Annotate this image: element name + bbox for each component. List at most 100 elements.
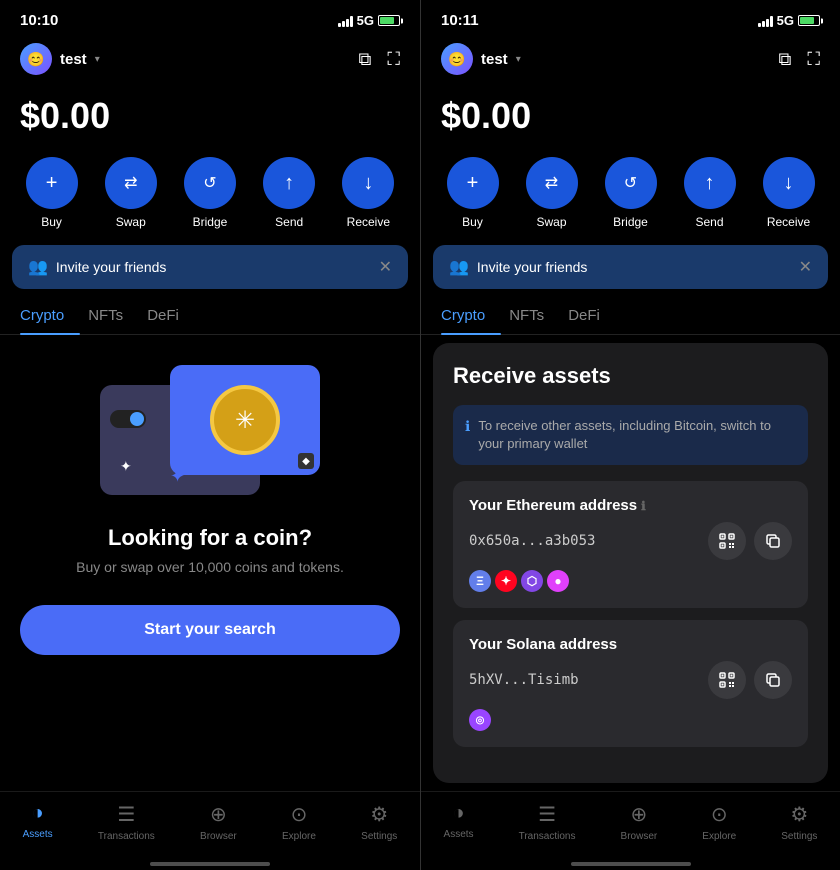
app-header-left: 😊 test ▾ ⧉ ⛶ — [0, 35, 420, 83]
invite-banner-left: 👥 Invite your friends ✕ — [12, 245, 408, 289]
nav-settings-left[interactable]: ⚙ Settings — [361, 802, 397, 842]
solana-qr-button[interactable] — [708, 661, 746, 699]
header-actions-left: ⧉ ⛶ — [359, 49, 400, 70]
home-indicator-left — [150, 862, 270, 866]
invite-icon-left: 👥 — [28, 257, 48, 277]
info-banner: ℹ To receive other assets, including Bit… — [453, 405, 808, 465]
battery-icon-right — [798, 15, 820, 26]
app-header-right: 😊 test ▾ ⧉ ⛶ — [421, 35, 840, 83]
home-indicator-right — [571, 862, 691, 866]
balance-amount-right: $0.00 — [441, 95, 820, 137]
user-name-left: test — [60, 51, 87, 68]
copy-icon-left[interactable]: ⧉ — [359, 49, 372, 70]
copy-icon-right[interactable]: ⧉ — [779, 49, 792, 70]
user-info-right[interactable]: 😊 test ▾ — [441, 43, 521, 75]
signal-icon-right — [758, 15, 773, 27]
time-left: 10:10 — [20, 12, 58, 29]
bridge-label-right: Bridge — [613, 215, 648, 229]
buy-button-left[interactable]: + Buy — [26, 157, 78, 229]
coin-subtext: Buy or swap over 10,000 coins and tokens… — [76, 559, 344, 575]
invite-close-right[interactable]: ✕ — [799, 257, 812, 277]
sol-chain-icon: ◎ — [469, 709, 491, 731]
solana-copy-button[interactable] — [754, 661, 792, 699]
explore-icon-right: ⊙ — [711, 802, 728, 827]
send-button-left[interactable]: ↑ Send — [263, 157, 315, 229]
bottom-nav-right: ◑ Assets ☰ Transactions ⊕ Browser ⊙ Expl… — [421, 791, 840, 862]
ethereum-qr-button[interactable] — [708, 522, 746, 560]
nav-browser-right[interactable]: ⊕ Browser — [621, 802, 658, 842]
balance-section-right: $0.00 — [421, 83, 840, 153]
op-chain-icon: ✦ — [495, 570, 517, 592]
tabs-right: Crypto NFTs DeFi — [421, 297, 840, 335]
send-button-right[interactable]: ↑ Send — [684, 157, 736, 229]
info-banner-text: To receive other assets, including Bitco… — [478, 417, 796, 453]
swap-button-right[interactable]: ⇄ Swap — [526, 157, 578, 229]
ethereum-title: Your Ethereum address ℹ — [469, 497, 792, 514]
solana-title: Your Solana address — [469, 636, 792, 653]
tab-crypto-left[interactable]: Crypto — [20, 297, 80, 334]
invite-icon-right: 👥 — [449, 257, 469, 277]
other-chain-icon: ● — [547, 570, 569, 592]
browser-icon-left: ⊕ — [210, 802, 227, 827]
balance-amount-left: $0.00 — [20, 95, 400, 137]
buy-button-right[interactable]: + Buy — [447, 157, 499, 229]
bridge-button-left[interactable]: ↺ Bridge — [184, 157, 236, 229]
transactions-icon-right: ☰ — [538, 802, 556, 827]
nav-assets-left[interactable]: ◑ Assets — [23, 802, 53, 842]
swap-button-left[interactable]: ⇄ Swap — [105, 157, 157, 229]
assets-icon-left: ◑ — [32, 802, 44, 825]
tab-defi-right[interactable]: DeFi — [568, 297, 616, 334]
action-buttons-right: + Buy ⇄ Swap ↺ Bridge ↑ Send ↓ Receive — [421, 153, 840, 245]
nav-browser-left[interactable]: ⊕ Browser — [200, 802, 237, 842]
header-actions-right: ⧉ ⛶ — [779, 49, 820, 70]
user-info-left[interactable]: 😊 test ▾ — [20, 43, 100, 75]
tab-crypto-right[interactable]: Crypto — [441, 297, 501, 334]
invite-close-left[interactable]: ✕ — [379, 257, 392, 277]
nav-settings-right[interactable]: ⚙ Settings — [781, 802, 817, 842]
user-name-right: test — [481, 51, 508, 68]
settings-icon-left: ⚙ — [370, 802, 388, 827]
expand-icon-left[interactable]: ⛶ — [387, 49, 400, 70]
nav-explore-left[interactable]: ⊙ Explore — [282, 802, 316, 842]
receive-button-right[interactable]: ↓ Receive — [763, 157, 815, 229]
solana-address: 5hXV...Tisimb — [469, 672, 579, 688]
solana-address-actions — [708, 661, 792, 699]
eth-chain-icon: Ξ — [469, 570, 491, 592]
signal-icon — [338, 15, 353, 27]
receive-title: Receive assets — [453, 363, 808, 389]
chevron-down-icon-right: ▾ — [516, 54, 521, 65]
tab-nfts-left[interactable]: NFTs — [88, 297, 139, 334]
receive-button-left[interactable]: ↓ Receive — [342, 157, 394, 229]
diamond-icon: ◆ — [298, 453, 314, 469]
tab-defi-left[interactable]: DeFi — [147, 297, 195, 334]
start-search-button[interactable]: Start your search — [20, 605, 400, 655]
invite-text-right: Invite your friends — [477, 259, 588, 275]
matic-chain-icon: ⬡ — [521, 570, 543, 592]
ethereum-address: 0x650a...a3b053 — [469, 533, 595, 549]
right-phone: 10:11 5G 😊 test ▾ — [420, 0, 840, 870]
bridge-button-right[interactable]: ↺ Bridge — [605, 157, 657, 229]
solana-address-row: 5hXV...Tisimb — [469, 661, 792, 699]
settings-icon-right: ⚙ — [790, 802, 808, 827]
status-bar-right: 10:11 5G — [421, 0, 840, 35]
battery-icon-left — [378, 15, 400, 26]
browser-icon-right: ⊕ — [631, 802, 648, 827]
ethereum-address-actions — [708, 522, 792, 560]
tab-nfts-right[interactable]: NFTs — [509, 297, 560, 334]
network-label-left: 5G — [357, 13, 374, 28]
transactions-icon-left: ☰ — [117, 802, 135, 827]
nav-transactions-right[interactable]: ☰ Transactions — [519, 802, 576, 842]
expand-icon-right[interactable]: ⛶ — [807, 49, 820, 70]
ethereum-copy-button[interactable] — [754, 522, 792, 560]
eth-info-icon: ℹ — [641, 499, 646, 513]
invite-banner-right: 👥 Invite your friends ✕ — [433, 245, 828, 289]
main-content-left: ✦ ✦ ✳ ◆ Looking for a coin? Buy or swap … — [0, 335, 420, 791]
invite-text-left: Invite your friends — [56, 259, 167, 275]
nav-transactions-left[interactable]: ☰ Transactions — [98, 802, 155, 842]
receive-panel: Receive assets ℹ To receive other assets… — [433, 343, 828, 783]
solana-address-card: Your Solana address 5hXV...Tisimb — [453, 620, 808, 747]
nav-assets-right[interactable]: ◑ Assets — [444, 802, 474, 842]
nav-explore-right[interactable]: ⊙ Explore — [702, 802, 736, 842]
status-bar-left: 10:10 5G — [0, 0, 420, 35]
wallet-illustration: ✦ ✦ ✳ ◆ — [100, 365, 320, 505]
